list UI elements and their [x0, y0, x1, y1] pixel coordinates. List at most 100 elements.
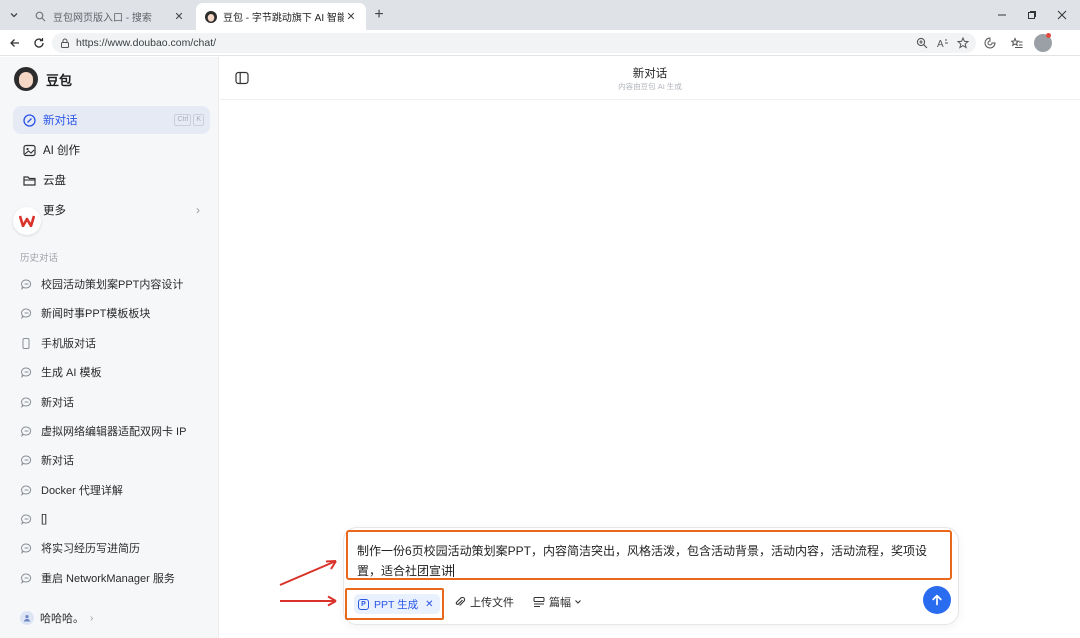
read-aloud-icon[interactable]: A: [934, 34, 952, 52]
history-section-title: 历史对话: [20, 253, 59, 264]
annotation-arrows: [279, 560, 337, 607]
close-icon[interactable]: ✕: [425, 599, 433, 610]
tab-list-button[interactable]: [4, 5, 24, 25]
ai-disclaimer: 内容由豆包 AI 生成: [618, 82, 682, 91]
browser-tab-search[interactable]: 豆包网页版入口 - 搜索 ✕: [26, 3, 194, 30]
history-item-label: 生成 AI 模板: [41, 367, 102, 379]
search-icon: [34, 10, 47, 23]
close-window-button[interactable]: [1044, 0, 1080, 30]
history-item-label: 手机版对话: [41, 338, 96, 350]
new-chat-icon: [22, 113, 36, 127]
tab-title: 豆包 - 字节跳动旗下 AI 智能助手: [223, 13, 344, 24]
chat-bubble-icon: [20, 454, 32, 466]
history-item[interactable]: 校园活动策划案PPT内容设计: [20, 273, 183, 295]
phone-icon: [20, 337, 32, 349]
history-item[interactable]: []: [20, 508, 47, 530]
chat-bubble-icon: [20, 278, 32, 290]
chevron-right-icon: ›: [196, 203, 200, 217]
extensions-icon[interactable]: [981, 34, 999, 52]
arrow-up-icon: [932, 594, 942, 606]
user-avatar-icon: [20, 611, 34, 625]
skill-chip-highlight: P PPT 生成 ✕: [345, 588, 444, 620]
history-item[interactable]: 新对话: [20, 449, 74, 471]
restore-icon: [1028, 11, 1036, 19]
message-input-text: 制作一份6页校园活动策划案PPT，内容简洁突出，风格活泼，包含活动背景，活动内容…: [357, 544, 928, 578]
history-item-label: 新闻时事PPT模板板块: [41, 308, 151, 320]
image-icon: [22, 143, 36, 157]
history-item-label: 新对话: [41, 397, 74, 409]
page-title: 新对话: [632, 68, 668, 80]
history-item[interactable]: Docker 代理详解: [20, 479, 123, 501]
close-icon[interactable]: ✕: [344, 10, 358, 23]
chat-main: 新对话 内容由豆包 AI 生成 制作一份6页校园活动策划案PPT，内容简洁突出，…: [220, 57, 1080, 638]
history-item[interactable]: 新闻时事PPT模板板块: [20, 302, 150, 324]
new-tab-button[interactable]: +: [370, 6, 388, 24]
length-label: 篇幅: [549, 597, 571, 609]
sidebar-item-cloud-drive[interactable]: 云盘: [13, 166, 210, 194]
chat-bubble-icon: [20, 425, 32, 437]
sidebar-item-label: 更多: [43, 205, 66, 217]
ppt-icon: P: [358, 598, 369, 610]
close-icon[interactable]: ✕: [172, 10, 186, 23]
chevron-down-icon: [574, 598, 582, 606]
history-item-label: Docker 代理详解: [41, 485, 123, 497]
address-bar: https://www.doubao.com/chat/ A: [0, 30, 1080, 56]
doubao-logo-icon: [14, 67, 38, 91]
history-item[interactable]: 手机版对话: [20, 332, 96, 354]
shortcut-hint: Ctrl K: [174, 114, 204, 126]
browser-tab-strip: 豆包网页版入口 - 搜索 ✕ 豆包 - 字节跳动旗下 AI 智能助手 ✕ +: [0, 0, 1080, 30]
chat-bubble-icon: [20, 396, 32, 408]
lock-icon: [60, 38, 70, 48]
sidebar-item-label: AI 创作: [43, 145, 81, 157]
text-caret: [453, 564, 455, 577]
upload-file-label: 上传文件: [470, 597, 514, 609]
history-item-label: 新对话: [41, 455, 74, 467]
history-item[interactable]: 虚拟网络编辑器适配双网卡 IP: [20, 420, 186, 442]
zoom-icon[interactable]: [913, 34, 931, 52]
arrow-left-icon: [10, 39, 19, 47]
paperclip-icon: [454, 596, 466, 608]
skill-chip-label: PPT 生成: [374, 598, 419, 611]
history-item[interactable]: 生成 AI 模板: [20, 361, 102, 383]
length-icon: [533, 596, 545, 608]
url-field[interactable]: https://www.doubao.com/chat/: [52, 33, 976, 53]
sidebar-item-label: 云盘: [43, 175, 66, 187]
reload-button[interactable]: [30, 34, 48, 52]
message-composer: 制作一份6页校园活动策划案PPT，内容简洁突出，风格活泼，包含活动背景，活动内容…: [343, 527, 959, 625]
history-item[interactable]: 将实习经历写进简历: [20, 537, 140, 559]
brand[interactable]: 豆包: [14, 67, 72, 91]
favorites-list-icon[interactable]: [1008, 34, 1026, 52]
notification-dot: [1046, 33, 1051, 38]
favorite-star-icon[interactable]: [954, 34, 972, 52]
sidebar-item-label: 新对话: [43, 115, 78, 127]
chat-bubble-icon: [20, 572, 32, 584]
chevron-down-icon: [10, 13, 18, 18]
upload-file-button[interactable]: 上传文件: [454, 592, 514, 612]
history-item-label: 将实习经历写进简历: [41, 543, 140, 555]
folder-icon: [22, 173, 36, 187]
sidebar: 豆包 新对话 Ctrl K AI 创作 云盘 更多 › 历史对话 校园活动策划案P…: [0, 57, 219, 638]
history-item[interactable]: 新对话: [20, 391, 74, 413]
history-item-label: 校园活动策划案PPT内容设计: [41, 279, 184, 291]
back-button[interactable]: [6, 34, 24, 52]
brand-name: 豆包: [46, 72, 73, 88]
wps-logo-icon[interactable]: [13, 207, 41, 235]
user-menu[interactable]: 哈哈哈。 ›: [20, 610, 93, 626]
sidebar-item-new-chat[interactable]: 新对话 Ctrl K: [13, 106, 210, 134]
sidebar-item-more[interactable]: 更多 ›: [13, 196, 210, 224]
history-item-label: 虚拟网络编辑器适配双网卡 IP: [41, 426, 187, 438]
send-button[interactable]: [923, 586, 951, 614]
chat-bubble-icon: [20, 513, 32, 525]
chat-bubble-icon: [20, 307, 32, 319]
chat-bubble-icon: [20, 542, 32, 554]
history-item-label: 重启 NetworkManager 服务: [41, 573, 175, 585]
length-selector[interactable]: 篇幅: [533, 592, 582, 612]
skill-chip-ppt[interactable]: P PPT 生成 ✕: [354, 594, 440, 614]
tab-title: 豆包网页版入口 - 搜索: [53, 13, 152, 24]
message-input[interactable]: 制作一份6页校园活动策划案PPT，内容简洁突出，风格活泼，包含活动背景，活动内容…: [346, 530, 952, 580]
browser-tab-doubao[interactable]: 豆包 - 字节跳动旗下 AI 智能助手 ✕: [196, 3, 366, 30]
doubao-favicon-icon: [204, 10, 217, 23]
sidebar-item-ai-create[interactable]: AI 创作: [13, 136, 210, 164]
annotation-arrow-prompt: [279, 560, 337, 586]
history-item[interactable]: 重启 NetworkManager 服务: [20, 567, 175, 589]
